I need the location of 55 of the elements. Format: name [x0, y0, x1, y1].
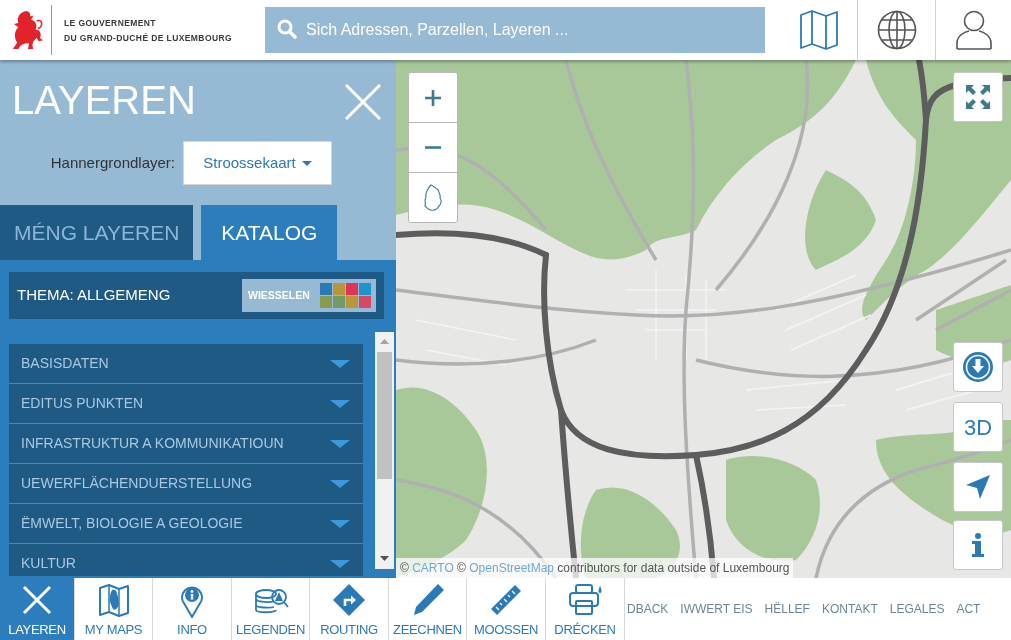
scrollbar[interactable]	[375, 332, 394, 569]
down-arrow-circle-icon	[963, 352, 993, 382]
catalog-item[interactable]: BASISDATEN	[9, 344, 363, 384]
footer-link[interactable]: ACT	[956, 600, 981, 618]
logo-text: DU GRAND-DUCHÉ DE LUXEMBOURG	[64, 32, 232, 43]
caret-icon	[330, 479, 350, 488]
expand-arrows-icon	[966, 85, 990, 109]
panel-tab[interactable]: MÉNG LAYEREN	[0, 205, 194, 260]
footer-link[interactable]: LEGALES	[889, 600, 945, 618]
footer-link[interactable]: KONTAKT	[821, 600, 878, 618]
panel-title: LAYEREN	[12, 80, 196, 120]
info-icon	[972, 533, 984, 557]
close-icon	[345, 84, 381, 120]
caret-icon	[330, 559, 350, 568]
search-field[interactable]: Sich Adressen, Parzellen, Layeren ...	[265, 7, 765, 53]
user-icon	[955, 10, 992, 50]
attribution-text: © CARTO © OpenStreetMap contributors for data outside of Luxembourg	[396, 558, 794, 578]
info-button[interactable]	[953, 520, 1003, 570]
caret-icon	[330, 519, 350, 528]
catalog-item[interactable]: ËMWELT, BIOLOGIE A GEOLOGIE	[9, 504, 363, 544]
catalog-item[interactable]: INFRASTRUKTUR A KOMMUNIKATIOUN	[9, 424, 363, 464]
turn-arrow-diamond-icon	[331, 582, 367, 618]
catalog-item[interactable]: EDITUS PUNKTEN	[9, 384, 363, 424]
caret-icon	[330, 399, 350, 408]
attribution-link[interactable]: OpenStreetMap	[469, 561, 554, 575]
attribution-link[interactable]: CARTO	[412, 561, 454, 575]
catalog-item[interactable]: KULTUR	[9, 544, 363, 576]
footer-link[interactable]: IWWERT EIS	[680, 600, 753, 618]
globe-icon	[876, 10, 917, 50]
3d-button[interactable]: 3D	[953, 402, 1003, 452]
navigation-arrow-icon	[966, 475, 990, 499]
theme-label: THEMA: ALLGEMENG	[17, 285, 171, 306]
footer-link[interactable]: HËLLEF	[764, 600, 810, 618]
fullscreen-button[interactable]	[953, 72, 1003, 122]
minus-icon	[425, 146, 441, 149]
logo-text: LE GOUVERNEMENT	[64, 17, 157, 28]
search-icon	[277, 19, 297, 39]
map-drawing[interactable]	[396, 60, 1011, 578]
folded-map-icon	[799, 10, 838, 50]
catalog-item[interactable]: UEWERFLÄCHENDUERSTELLUNG	[9, 464, 363, 504]
caret-icon	[330, 439, 350, 448]
locate-button[interactable]	[953, 462, 1003, 512]
scrollbar-thumb[interactable]	[377, 352, 392, 479]
caret-icon	[330, 359, 350, 368]
basemap-dropdown[interactable]: Stroossekaart	[183, 141, 332, 185]
caret-icon	[301, 160, 312, 166]
panel-tab[interactable]: KATALOG	[201, 205, 338, 260]
plus-icon	[425, 89, 441, 106]
scroll-down-icon[interactable]	[380, 556, 389, 561]
footer-link[interactable]: DBACK	[627, 600, 669, 618]
field-label: Hannergrondlayer:	[50, 152, 175, 173]
toolbar-tab[interactable]: LAYEREN	[0, 578, 75, 640]
download-button[interactable]	[953, 342, 1003, 392]
country-outline-icon	[423, 183, 443, 212]
printer-icon	[567, 582, 603, 618]
